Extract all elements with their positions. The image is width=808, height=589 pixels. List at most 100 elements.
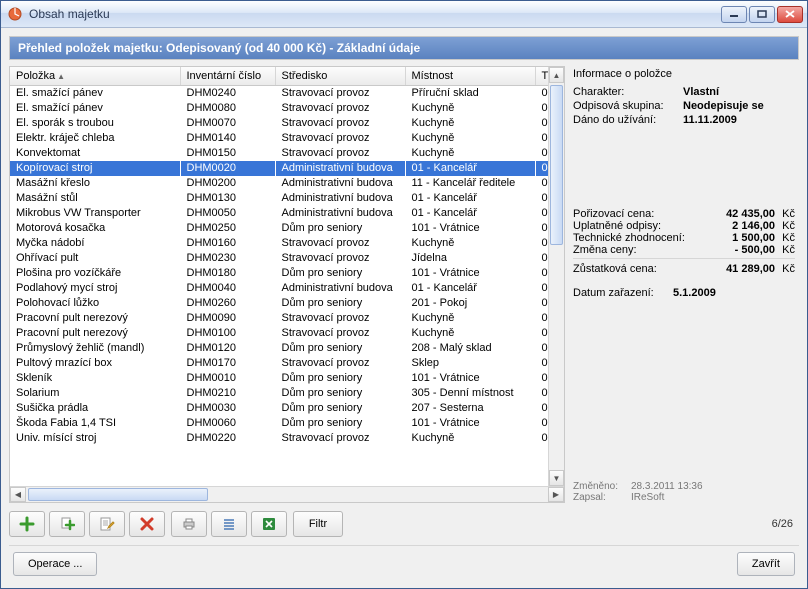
titlebar[interactable]: Obsah majetku bbox=[1, 1, 807, 28]
table-cell: El. sporák s troubou bbox=[10, 116, 180, 131]
table-row[interactable]: KonvektomatDHM0150Stravovací provozKuchy… bbox=[10, 146, 548, 161]
record-counter: 6/26 bbox=[772, 518, 793, 530]
scrollbar-thumb[interactable] bbox=[550, 85, 563, 245]
operace-button[interactable]: Operace ... bbox=[13, 552, 97, 576]
table-row[interactable]: Pracovní pult nerezovýDHM0090Stravovací … bbox=[10, 311, 548, 326]
table-cell: 0020 bbox=[535, 206, 548, 221]
table-cell: DHM0080 bbox=[180, 101, 275, 116]
zavrit-button[interactable]: Zavřít bbox=[737, 552, 795, 576]
table-row[interactable]: Masážní křesloDHM0200Administrativní bud… bbox=[10, 176, 548, 191]
table-cell: DHM0120 bbox=[180, 341, 275, 356]
table-cell: 0009 bbox=[535, 266, 548, 281]
table-row[interactable]: Elektr. kráječ chlebaDHM0140Stravovací p… bbox=[10, 131, 548, 146]
table-row[interactable]: Polohovací lůžkoDHM0260Dům pro seniory20… bbox=[10, 296, 548, 311]
table-row[interactable]: Průmyslový žehlič (mandl)DHM0120Dům pro … bbox=[10, 341, 548, 356]
table-cell: 0009 bbox=[535, 251, 548, 266]
table-row[interactable]: SolariumDHM0210Dům pro seniory305 - Denn… bbox=[10, 386, 548, 401]
table: Položka▲ Inventární číslo Středisko Míst… bbox=[9, 66, 565, 503]
table-cell: Elektr. kráječ chleba bbox=[10, 131, 180, 146]
table-cell: Stravovací provoz bbox=[275, 311, 405, 326]
table-cell: DHM0180 bbox=[180, 266, 275, 281]
table-row[interactable]: Mikrobus VW TransporterDHM0050Administra… bbox=[10, 206, 548, 221]
table-cell: DHM0020 bbox=[180, 161, 275, 176]
filter-button[interactable]: Filtr bbox=[293, 511, 343, 537]
table-row[interactable]: Kopírovací strojDHM0020Administrativní b… bbox=[10, 161, 548, 176]
table-row[interactable]: Sušička prádlaDHM0030Dům pro seniory207 … bbox=[10, 401, 548, 416]
window-title: Obsah majetku bbox=[29, 7, 721, 21]
table-row[interactable]: El. sporák s troubouDHM0070Stravovací pr… bbox=[10, 116, 548, 131]
edit-button[interactable] bbox=[89, 511, 125, 537]
table-row[interactable]: Pracovní pult nerezovýDHM0100Stravovací … bbox=[10, 326, 548, 341]
table-cell: Dům pro seniory bbox=[275, 416, 405, 431]
table-row[interactable]: Podlahový mycí strojDHM0040Administrativ… bbox=[10, 281, 548, 296]
table-row[interactable]: Motorová kosačkaDHM0250Dům pro seniory10… bbox=[10, 221, 548, 236]
table-cell: DHM0160 bbox=[180, 236, 275, 251]
col-header[interactable]: Položka▲ bbox=[10, 67, 180, 86]
table-cell: DHM0130 bbox=[180, 191, 275, 206]
table-row[interactable]: El. smažící pánevDHM0080Stravovací provo… bbox=[10, 101, 548, 116]
list-button[interactable] bbox=[211, 511, 247, 537]
odpis-label: Odpisová skupina: bbox=[573, 100, 683, 112]
table-row[interactable]: El. smažící pánevDHM0240Stravovací provo… bbox=[10, 86, 548, 101]
table-cell: Mikrobus VW Transporter bbox=[10, 206, 180, 221]
table-cell: DHM0250 bbox=[180, 221, 275, 236]
table-cell: Pultový mrazící box bbox=[10, 356, 180, 371]
table-cell: Kopírovací stroj bbox=[10, 161, 180, 176]
table-row[interactable]: Pultový mrazící boxDHM0170Stravovací pro… bbox=[10, 356, 548, 371]
table-cell: 101 - Vrátnice bbox=[405, 416, 535, 431]
delete-button[interactable] bbox=[129, 511, 165, 537]
table-cell: Jídelna bbox=[405, 251, 535, 266]
close-button[interactable] bbox=[777, 6, 803, 23]
table-cell: 0009 bbox=[535, 371, 548, 386]
table-row[interactable]: Ohřívací pultDHM0230Stravovací provozJíd… bbox=[10, 251, 548, 266]
table-header-row[interactable]: Položka▲ Inventární číslo Středisko Míst… bbox=[10, 67, 548, 86]
table-cell: Motorová kosačka bbox=[10, 221, 180, 236]
scroll-up-icon[interactable]: ▲ bbox=[549, 67, 564, 83]
scrollbar-thumb[interactable] bbox=[28, 488, 208, 501]
table-cell: Administrativní budova bbox=[275, 191, 405, 206]
table-row[interactable]: Plošina pro vozíčkářeDHM0180Dům pro seni… bbox=[10, 266, 548, 281]
table-cell: 207 - Sesterna bbox=[405, 401, 535, 416]
add-button[interactable] bbox=[9, 511, 45, 537]
table-cell: Stravovací provoz bbox=[275, 86, 405, 101]
table-cell: 01 - Kancelář bbox=[405, 161, 535, 176]
col-header[interactable]: Inventární číslo bbox=[180, 67, 275, 86]
table-cell: 0010 bbox=[535, 326, 548, 341]
table-row[interactable]: Masážní stůlDHM0130Administrativní budov… bbox=[10, 191, 548, 206]
table-cell: El. smažící pánev bbox=[10, 86, 180, 101]
table-cell: 0009 bbox=[535, 341, 548, 356]
table-cell: 0009 bbox=[535, 281, 548, 296]
col-header[interactable]: Tříd bbox=[535, 67, 548, 86]
table-cell: Stravovací provoz bbox=[275, 356, 405, 371]
table-cell: Administrativní budova bbox=[275, 176, 405, 191]
excel-export-button[interactable] bbox=[251, 511, 287, 537]
print-button[interactable] bbox=[171, 511, 207, 537]
table-cell: Masážní stůl bbox=[10, 191, 180, 206]
table-row[interactable]: SkleníkDHM0010Dům pro seniory101 - Vrátn… bbox=[10, 371, 548, 386]
table-row[interactable]: Škoda Fabia 1,4 TSIDHM0060Dům pro senior… bbox=[10, 416, 548, 431]
table-cell: 0009 bbox=[535, 221, 548, 236]
vertical-scrollbar[interactable]: ▲ ▼ bbox=[548, 67, 564, 486]
table-cell: Škoda Fabia 1,4 TSI bbox=[10, 416, 180, 431]
maximize-button[interactable] bbox=[749, 6, 775, 23]
add-copy-button[interactable] bbox=[49, 511, 85, 537]
table-cell: 0009 bbox=[535, 86, 548, 101]
table-cell: Dům pro seniory bbox=[275, 221, 405, 236]
col-header[interactable]: Středisko bbox=[275, 67, 405, 86]
table-cell: 0009 bbox=[535, 431, 548, 446]
col-header[interactable]: Místnost bbox=[405, 67, 535, 86]
scroll-down-icon[interactable]: ▼ bbox=[549, 470, 564, 486]
table-cell: DHM0210 bbox=[180, 386, 275, 401]
scroll-left-icon[interactable]: ◀ bbox=[10, 487, 26, 502]
table-row[interactable]: Univ. mísící strojDHM0220Stravovací prov… bbox=[10, 431, 548, 446]
table-cell: DHM0260 bbox=[180, 296, 275, 311]
horizontal-scrollbar[interactable]: ◀ ▶ bbox=[10, 486, 564, 502]
table-cell: DHM0030 bbox=[180, 401, 275, 416]
minimize-button[interactable] bbox=[721, 6, 747, 23]
table-cell: DHM0060 bbox=[180, 416, 275, 431]
table-cell: Podlahový mycí stroj bbox=[10, 281, 180, 296]
table-row[interactable]: Myčka nádobíDHM0160Stravovací provozKuch… bbox=[10, 236, 548, 251]
scroll-right-icon[interactable]: ▶ bbox=[548, 487, 564, 502]
tech-label: Technické zhodnocení: bbox=[573, 232, 700, 244]
table-cell: 0009 bbox=[535, 296, 548, 311]
